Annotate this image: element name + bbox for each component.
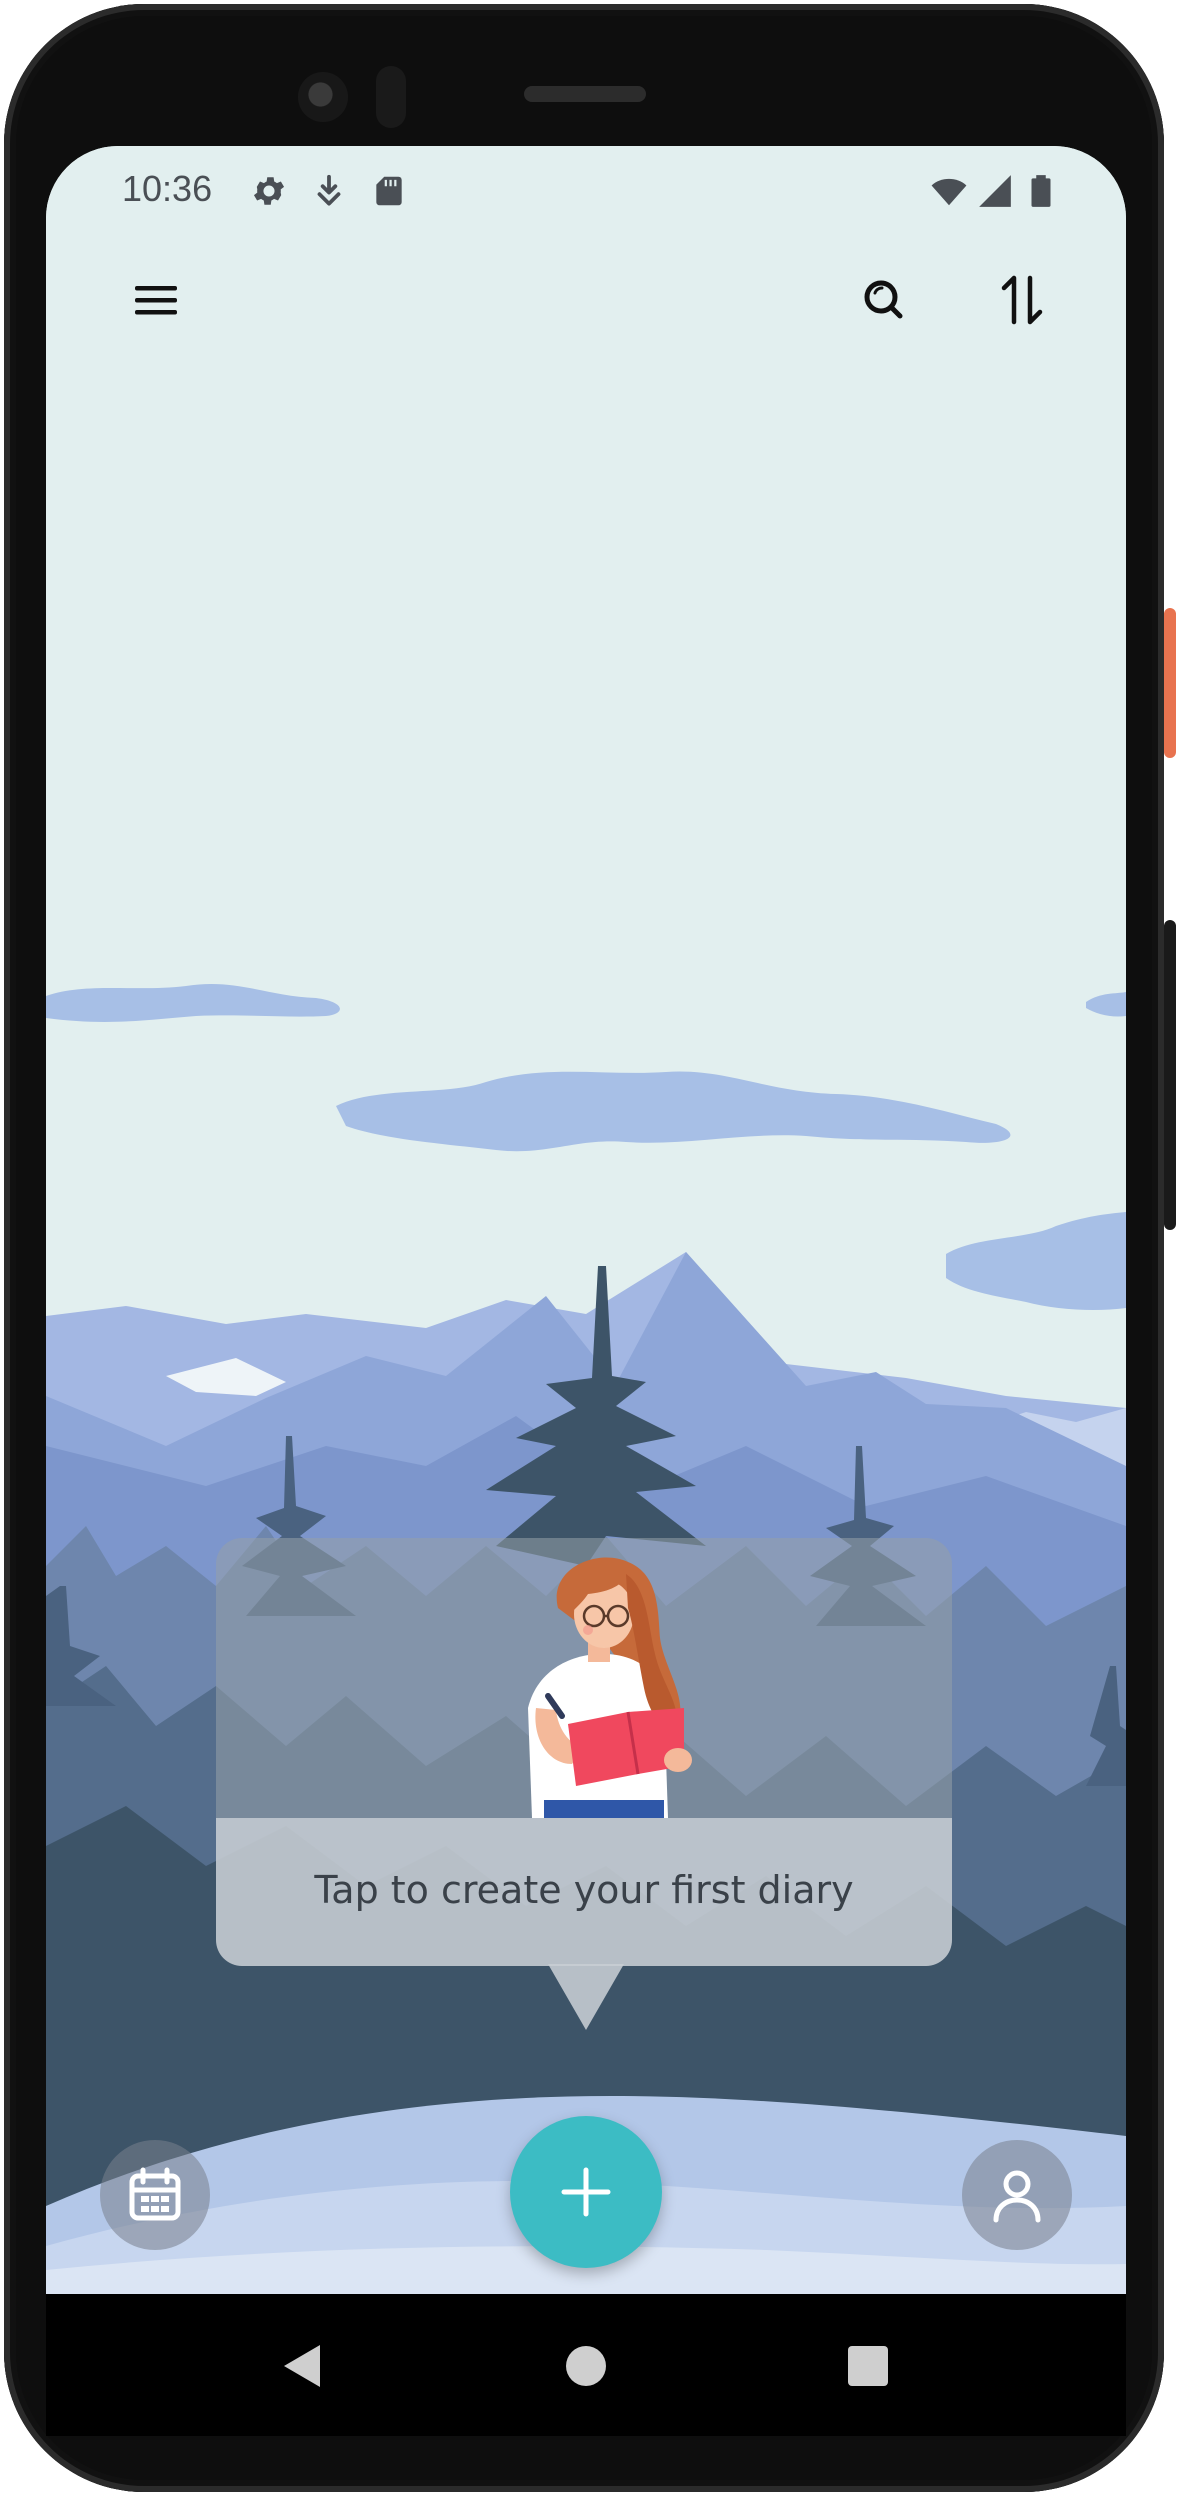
volume-button (1164, 920, 1176, 1230)
girl-writing-diary-illustration (528, 1557, 692, 1818)
search-icon (864, 280, 903, 319)
menu-button[interactable] (126, 270, 186, 330)
recents-icon (848, 2346, 888, 2386)
calendar-icon (129, 2167, 181, 2221)
back-button[interactable] (272, 2336, 332, 2396)
calendar-button[interactable] (100, 2140, 210, 2250)
wifi-icon (931, 178, 967, 206)
home-icon (566, 2346, 606, 2386)
phone-frame: 10:36 Tap to create your first diary (0, 0, 1178, 2498)
profile-button[interactable] (962, 2140, 1072, 2250)
power-button (1164, 608, 1176, 758)
home-button[interactable] (556, 2336, 616, 2396)
status-bar: 10:36 (46, 146, 1126, 236)
sort-icon (1001, 275, 1043, 325)
plus-icon (561, 2167, 611, 2217)
gear-icon (253, 177, 285, 205)
search-button[interactable] (854, 270, 914, 330)
system-navigation-bar (46, 2294, 1126, 2436)
earpiece-speaker (524, 86, 646, 102)
add-diary-button[interactable] (510, 2116, 662, 2268)
menu-icon (135, 286, 177, 315)
battery-icon (1031, 175, 1051, 207)
back-icon (284, 2345, 320, 2387)
status-time: 10:36 (122, 168, 213, 209)
person-icon (993, 2170, 1041, 2223)
tooltip-tail (548, 1964, 624, 2030)
proximity-sensor (376, 66, 406, 128)
download-arrow-icon (317, 174, 341, 206)
recents-button[interactable] (838, 2336, 898, 2396)
cellular-signal-icon (979, 175, 1011, 207)
front-camera (298, 72, 348, 122)
sd-card-icon (376, 176, 402, 206)
sort-button[interactable] (992, 270, 1052, 330)
tooltip-text: Tap to create your first diary (314, 1868, 854, 1912)
app-screen: 10:36 Tap to create your first diary (46, 146, 1126, 2294)
